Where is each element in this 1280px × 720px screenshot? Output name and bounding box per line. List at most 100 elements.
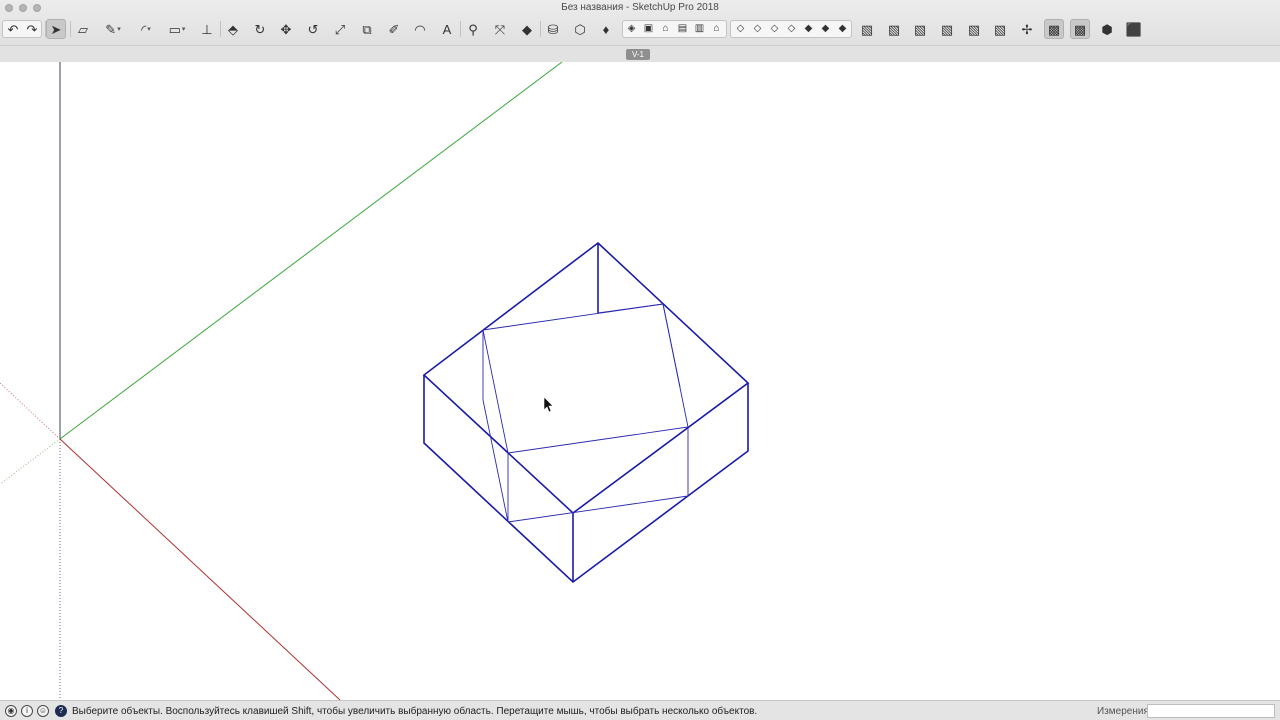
arc-tool-button[interactable]: ◜ ▾	[136, 19, 156, 39]
shaded-tool-button[interactable]: ◆	[801, 19, 816, 39]
zoom-extents-tool-button[interactable]: ⤧	[490, 19, 510, 39]
warehouse-tool-button[interactable]: ⛁	[543, 19, 563, 39]
zoom-tool-button[interactable]: ⚲	[463, 19, 483, 39]
sandbox-icon: ▩	[1047, 21, 1061, 37]
model-canvas	[0, 62, 750, 700]
hidden-line-tool-button[interactable]: ◇	[784, 19, 799, 39]
measurements-label: Измерения	[1097, 706, 1149, 717]
top-view-tool-button[interactable]: ▣	[641, 19, 656, 39]
axis-tool-button[interactable]: ⊥	[197, 19, 217, 39]
geo-location-icon[interactable]: ◉	[5, 705, 17, 717]
arc-icon: ◜	[141, 21, 147, 37]
iso-view-icon: ◈	[627, 23, 636, 34]
back-view-tool-button[interactable]: ▥	[692, 19, 707, 39]
ruby-tool-button[interactable]: ♦	[596, 19, 616, 39]
extension-icon: ⬡	[574, 21, 586, 37]
move-tool-button[interactable]: ✥	[276, 19, 296, 39]
protractor-tool-button[interactable]: ◠	[410, 19, 430, 39]
line-tool-button[interactable]: ✎ ▾	[103, 19, 123, 39]
offset-icon: ⧉	[362, 21, 372, 37]
select-tool-button[interactable]: ➤	[46, 19, 66, 39]
toolbar-separator	[70, 21, 71, 37]
scale-tool-button[interactable]: ⤢	[330, 19, 350, 39]
solid-split-tool-button[interactable]: ▧	[990, 19, 1010, 39]
shaded-textures-tool-button[interactable]: ◆	[818, 19, 833, 39]
chevron-down-icon: ▾	[117, 25, 121, 33]
scale-icon: ⤢	[334, 21, 346, 37]
ruby-icon: ♦	[602, 21, 610, 37]
layers-tool-button[interactable]: ▩	[1070, 19, 1090, 39]
instructor-icon[interactable]: ?	[55, 705, 67, 717]
materials-icon: ⬛	[1125, 21, 1143, 37]
scene-tab[interactable]: V-1	[626, 49, 651, 60]
iso-view-tool-button[interactable]: ◈	[624, 19, 639, 39]
back-edges-tool-button[interactable]: ◇	[750, 19, 765, 39]
section-plane-tool-button[interactable]: ◆	[517, 19, 537, 39]
solid-union-tool-button[interactable]: ▧	[857, 19, 877, 39]
xray-icon: ◇	[736, 23, 745, 34]
front-view-icon: ⌂	[662, 23, 669, 34]
outer-box[interactable]	[422, 241, 750, 584]
green-axis	[59, 62, 563, 440]
right-view-tool-button[interactable]: ▤	[675, 19, 690, 39]
sandbox-tool-button[interactable]: ▩	[1044, 19, 1064, 39]
tape-measure-tool-button[interactable]: ✐	[384, 19, 404, 39]
drawing-viewport[interactable]	[0, 62, 1280, 700]
solid-outer-shell-icon: ▧	[967, 21, 981, 37]
window-title: Без названия - SketchUp Pro 2018	[561, 2, 719, 13]
toolbar-separator	[45, 21, 46, 37]
solid-outer-shell-tool-button[interactable]: ▧	[964, 19, 984, 39]
tape-measure-icon: ✐	[388, 21, 400, 37]
zoom-extents-icon: ⤧	[494, 21, 506, 37]
follow-me-tool-button[interactable]: ↻	[250, 19, 270, 39]
wireframe-tool-button[interactable]: ◇	[767, 19, 782, 39]
undo-icon: ↶	[7, 21, 19, 37]
scene-tab-strip: V-1	[0, 45, 1280, 62]
rectangle-tool-button[interactable]: ▭ ▾	[167, 19, 187, 39]
zoom-icon: ⚲	[468, 21, 478, 37]
move-icon: ✥	[280, 21, 292, 37]
xray-tool-button[interactable]: ◇	[733, 19, 748, 39]
red-axis-negative	[0, 382, 61, 440]
shaded-textures-icon: ◆	[821, 23, 830, 34]
rotate-icon: ↺	[307, 21, 319, 37]
redo-tool-button[interactable]: ↷	[22, 19, 42, 39]
left-view-tool-button[interactable]: ⌂	[709, 19, 724, 39]
front-view-tool-button[interactable]: ⌂	[658, 19, 673, 39]
rectangle-icon: ▭	[168, 21, 181, 37]
inner-box[interactable]	[482, 303, 689, 523]
credits-icon[interactable]: i	[21, 705, 33, 717]
chevron-down-icon: ▾	[181, 25, 186, 33]
line-icon: ✎	[105, 21, 117, 37]
hidden-line-icon: ◇	[787, 23, 796, 34]
solid-intersect-tool-button[interactable]: ▧	[937, 19, 957, 39]
orbit-tool-button[interactable]: ✢	[1017, 19, 1037, 39]
solid-intersect-icon: ▧	[940, 21, 954, 37]
materials-tool-button[interactable]: ⬛	[1124, 19, 1144, 39]
toolbar-separator	[460, 21, 461, 37]
push-pull-icon: ⬘	[228, 21, 238, 37]
back-edges-icon: ◇	[753, 23, 762, 34]
shaded-icon: ◆	[804, 23, 813, 34]
select-icon: ➤	[50, 21, 62, 37]
solid-trim-tool-button[interactable]: ▧	[910, 19, 930, 39]
measurements-input[interactable]	[1147, 704, 1275, 718]
window-chrome: Без названия - SketchUp Pro 2018 ↶ ↷ ➤ ▱ ✎ ▾ ◜…	[0, 0, 1280, 62]
undo-tool-button[interactable]: ↶	[3, 19, 23, 39]
status-message: Выберите объекты. Воспользуйтесь клавише…	[72, 706, 758, 717]
solid-union-icon: ▧	[860, 21, 874, 37]
text-tool-button[interactable]: A	[437, 19, 457, 39]
toolbar-separator	[540, 21, 541, 37]
solid-subtract-tool-button[interactable]: ▧	[884, 19, 904, 39]
push-pull-tool-button[interactable]: ⬘	[223, 19, 243, 39]
redo-icon: ↷	[26, 21, 38, 37]
monochrome-tool-button[interactable]: ◆	[835, 19, 850, 39]
rotate-tool-button[interactable]: ↺	[303, 19, 323, 39]
green-axis-negative	[0, 438, 61, 485]
top-view-icon: ▣	[643, 23, 654, 34]
eraser-tool-button[interactable]: ▱	[73, 19, 93, 39]
components-tool-button[interactable]: ⬢	[1097, 19, 1117, 39]
extension-tool-button[interactable]: ⬡	[570, 19, 590, 39]
user-icon[interactable]: ☺	[37, 705, 49, 717]
offset-tool-button[interactable]: ⧉	[357, 19, 377, 39]
